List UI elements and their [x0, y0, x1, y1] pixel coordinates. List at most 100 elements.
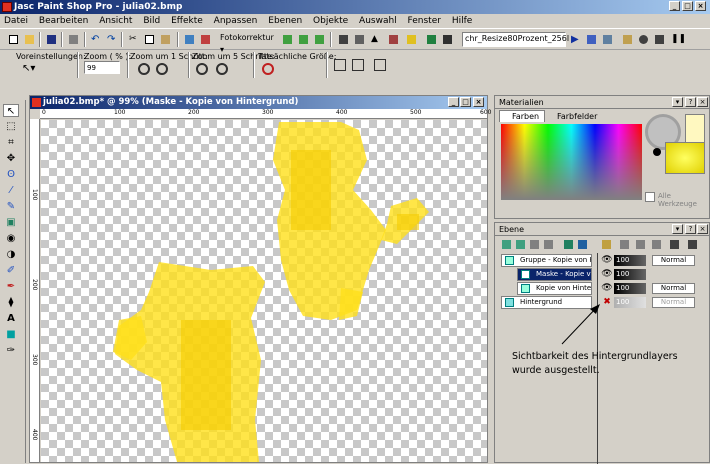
- paste-icon[interactable]: [158, 32, 172, 46]
- script-select[interactable]: chr_Resize80Prozent_256l: [462, 32, 569, 47]
- layer-new-icon[interactable]: [296, 32, 310, 46]
- minimize-button[interactable]: _: [669, 1, 680, 11]
- layer-row-group[interactable]: Gruppe - Kopie von Hinte: [501, 254, 592, 267]
- save-icon[interactable]: [44, 32, 58, 46]
- color-balance-icon[interactable]: [404, 32, 418, 46]
- undo-icon[interactable]: ↶: [88, 32, 102, 46]
- retouch-tool-icon[interactable]: ◉: [3, 232, 19, 245]
- zoom-in-icon[interactable]: [138, 63, 150, 75]
- cut-icon[interactable]: ✂: [126, 32, 140, 46]
- layer-lock-icon[interactable]: [633, 237, 647, 251]
- tab-swatches[interactable]: Farbfelder: [545, 111, 597, 122]
- image-canvas[interactable]: [41, 120, 487, 462]
- clone-tool-icon[interactable]: ▣: [3, 216, 19, 229]
- menu-anpassen[interactable]: Anpassen: [210, 14, 262, 28]
- new-mask-icon[interactable]: [527, 237, 541, 251]
- text-tool-icon[interactable]: A: [3, 312, 19, 325]
- layer-blend-mode[interactable]: Normal: [652, 297, 695, 308]
- layer-opacity[interactable]: 100: [614, 283, 646, 294]
- adjust-icon[interactable]: [198, 32, 212, 46]
- histogram-icon[interactable]: [386, 32, 400, 46]
- layer-icon[interactable]: [280, 32, 294, 46]
- triangle-icon[interactable]: ▲: [368, 32, 382, 46]
- crop-tool-icon[interactable]: ⌗: [3, 136, 19, 149]
- menu-hilfe[interactable]: Hilfe: [448, 14, 476, 28]
- menu-ansicht[interactable]: Ansicht: [95, 14, 136, 28]
- actual-size-icon[interactable]: [262, 63, 274, 75]
- layer-props-icon[interactable]: [541, 237, 555, 251]
- layer-visibility-eye-icon[interactable]: 👁: [601, 268, 613, 280]
- materials-help-button[interactable]: ?: [685, 97, 696, 107]
- vector-tool-icon[interactable]: ✑: [3, 344, 19, 357]
- deform-icon[interactable]: [352, 32, 366, 46]
- edit-script-icon[interactable]: [584, 32, 598, 46]
- shield-icon[interactable]: [424, 32, 438, 46]
- adjustment-layer-icon[interactable]: [561, 237, 575, 251]
- paint-tool-icon[interactable]: ✐: [3, 264, 19, 277]
- script-settings-icon[interactable]: [600, 32, 614, 46]
- selection-tool-icon[interactable]: ⬚: [3, 120, 19, 133]
- layer-blend-mode[interactable]: Normal: [652, 255, 695, 266]
- new-vector-layer-icon[interactable]: [513, 237, 527, 251]
- stop-icon[interactable]: [652, 32, 666, 46]
- layers-close-button[interactable]: ×: [697, 224, 708, 234]
- layer-blend-mode[interactable]: Normal: [652, 283, 695, 294]
- cursor-icon[interactable]: ↖▾: [22, 63, 35, 75]
- new-file-icon[interactable]: [6, 32, 20, 46]
- all-tools-checkbox[interactable]: [645, 192, 655, 202]
- zoom-out-icon[interactable]: [156, 63, 168, 75]
- doc-minimize-button[interactable]: _: [448, 97, 459, 107]
- layer-opacity[interactable]: 100: [614, 297, 646, 308]
- maximize-button[interactable]: □: [682, 1, 693, 11]
- delete-layer-icon[interactable]: [685, 237, 699, 251]
- zoom-input[interactable]: 99: [84, 61, 120, 74]
- pointer-tool-icon[interactable]: ↖: [3, 104, 19, 117]
- materials-close-button[interactable]: ×: [697, 97, 708, 107]
- menu-datei[interactable]: Datei: [0, 14, 32, 28]
- fit-window-icon[interactable]: [334, 59, 346, 71]
- merge-layer-icon[interactable]: [575, 237, 589, 251]
- fotokorrektur-menu[interactable]: Fotokorrektur ▾: [218, 32, 274, 54]
- fit-image-icon[interactable]: [352, 59, 364, 71]
- layer-link-icon[interactable]: [617, 237, 631, 251]
- print-icon[interactable]: [66, 32, 80, 46]
- materials-pin-button[interactable]: ▾: [672, 97, 683, 107]
- menu-fenster[interactable]: Fenster: [404, 14, 445, 28]
- zoom-in-5-icon[interactable]: [196, 63, 208, 75]
- color-picker-spectrum[interactable]: [501, 124, 642, 200]
- document-window[interactable]: julia02.bmp* @ 99% (Maske - Kopie von Hi…: [29, 95, 491, 463]
- script-open-icon[interactable]: [620, 32, 634, 46]
- zoom-out-5-icon[interactable]: [216, 63, 228, 75]
- layer-blend-mode[interactable]: [652, 269, 695, 280]
- record-icon[interactable]: [636, 32, 650, 46]
- layer-row-copy[interactable]: Kopie von Hintergrund: [517, 282, 592, 295]
- edit-layer-icon[interactable]: [599, 237, 613, 251]
- menu-ebenen[interactable]: Ebenen: [264, 14, 306, 28]
- menu-objekte[interactable]: Objekte: [309, 14, 352, 28]
- pause-icon[interactable]: ❚❚: [668, 32, 686, 46]
- camera-icon[interactable]: [440, 32, 454, 46]
- foreground-dot-icon[interactable]: [653, 148, 661, 156]
- open-folder-icon[interactable]: [22, 32, 36, 46]
- layer-visibility-eye-icon[interactable]: 👁: [601, 282, 613, 294]
- menu-bearbeiten[interactable]: Bearbeiten: [35, 14, 92, 28]
- move-tool-icon[interactable]: ✥: [3, 152, 19, 165]
- layer-arrange-icon[interactable]: [649, 237, 663, 251]
- eraser-tool-icon[interactable]: ◑: [3, 248, 19, 261]
- menu-effekte[interactable]: Effekte: [167, 14, 207, 28]
- pen-tool-icon[interactable]: ✒: [3, 280, 19, 293]
- copy-icon[interactable]: [142, 32, 156, 46]
- menu-auswahl[interactable]: Auswahl: [355, 14, 401, 28]
- background-swatch[interactable]: [665, 142, 705, 174]
- shape-icon[interactable]: [336, 32, 350, 46]
- doc-close-button[interactable]: ×: [473, 97, 484, 107]
- menu-bild[interactable]: Bild: [139, 14, 164, 28]
- lasso-tool-icon[interactable]: ʘ: [3, 168, 19, 181]
- redo-icon[interactable]: ↷: [104, 32, 118, 46]
- new-raster-layer-icon[interactable]: [499, 237, 513, 251]
- run-script-icon[interactable]: ▶: [568, 32, 582, 46]
- fullscreen-icon[interactable]: [374, 59, 386, 71]
- fill-tool-icon[interactable]: ⧫: [3, 296, 19, 309]
- layers-pin-button[interactable]: ▾: [672, 224, 683, 234]
- dropper-tool-icon[interactable]: ⁄: [3, 184, 19, 197]
